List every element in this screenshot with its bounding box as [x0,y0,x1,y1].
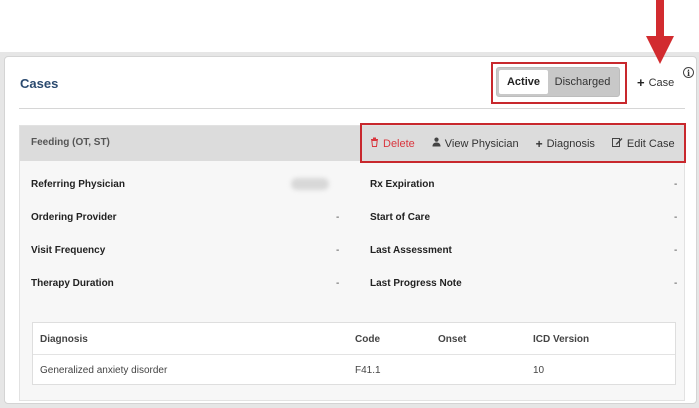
diagnosis-cell: Generalized anxiety disorder [40,365,168,376]
ordering-provider-label: Ordering Provider [31,212,117,223]
diagnosis-table: Diagnosis Code Onset ICD Version General… [32,322,676,385]
edit-case-label: Edit Case [626,137,675,150]
visit-frequency-label: Visit Frequency [31,245,106,256]
last-progress-note-value: - [674,278,678,289]
table-divider [33,354,675,355]
user-icon [432,137,441,150]
icd-version-cell: 10 [533,365,545,376]
add-case-button[interactable]: + Case [637,75,674,90]
referring-physician-label: Referring Physician [31,179,125,190]
referring-physician-value [291,178,329,190]
view-physician-button[interactable]: View Physician [432,137,519,150]
visit-frequency-value: - [336,245,340,256]
view-physician-label: View Physician [444,137,519,150]
plus-icon: + [637,75,645,90]
start-of-care-value: - [674,212,678,223]
diagnosis-label: Diagnosis [546,137,595,150]
last-progress-note-label: Last Progress Note [370,278,462,289]
case-actions: Delete View Physician + Diagnosis Edit C… [370,126,675,161]
edit-case-button[interactable]: Edit Case [611,137,675,150]
page: Cases Active Discharged + Case i Feeding… [0,0,699,408]
column-header-code: Code [355,334,380,345]
rx-expiration-value: - [674,179,678,190]
case-panel: Feeding (OT, ST) Delete View Physician +… [19,123,686,401]
diagnosis-button[interactable]: + Diagnosis [536,137,595,151]
title-divider [19,108,685,109]
column-header-onset: Onset [438,334,467,345]
add-case-label: Case [648,76,675,89]
code-cell: F41.1 [355,365,381,376]
rx-expiration-label: Rx Expiration [370,179,435,190]
tab-discharged[interactable]: Discharged [548,70,617,94]
cases-card: Cases Active Discharged + Case i Feeding… [4,56,697,404]
last-assessment-label: Last Assessment [370,245,452,256]
plus-icon: + [535,136,543,151]
trash-icon [370,137,379,150]
therapy-duration-value: - [336,278,340,289]
top-strip [0,0,699,52]
column-header-icd-version: ICD Version [533,334,590,345]
page-title: Cases [20,76,59,91]
delete-label: Delete [383,137,415,150]
case-name: Feeding (OT, ST) [31,137,110,148]
down-arrow-icon [646,0,674,64]
edit-icon [611,137,623,150]
ordering-provider-value: - [336,212,340,223]
last-assessment-value: - [674,245,678,256]
info-icon[interactable]: i [683,67,694,78]
start-of-care-label: Start of Care [370,212,431,223]
column-header-diagnosis: Diagnosis [40,334,88,345]
delete-button[interactable]: Delete [370,137,415,150]
therapy-duration-label: Therapy Duration [31,278,114,289]
tab-active[interactable]: Active [499,70,548,94]
status-toggle: Active Discharged [496,67,620,97]
